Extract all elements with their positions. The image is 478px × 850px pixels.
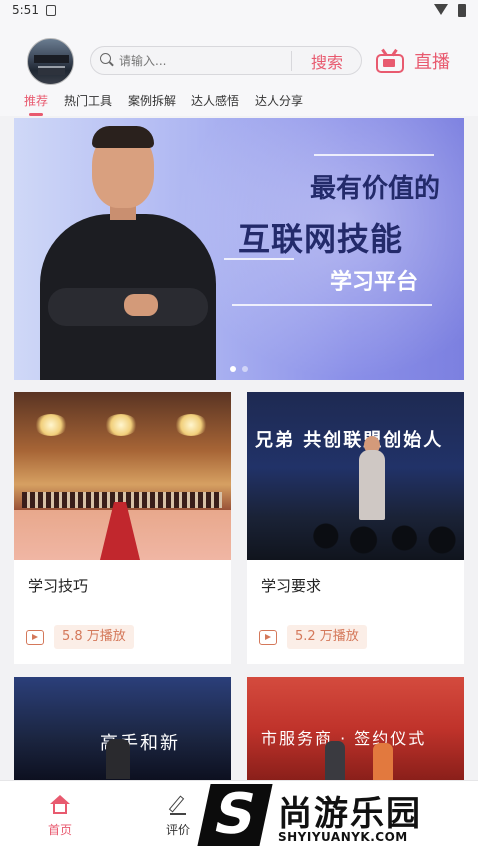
- search-icon: [100, 53, 114, 67]
- battery-icon: [458, 4, 466, 17]
- video-thumbnail: 兄弟 共创联盟创始人: [247, 392, 464, 560]
- search-bar: 搜索: [90, 46, 362, 75]
- banner-presenter-photo: [28, 118, 228, 380]
- active-tab-indicator: [29, 113, 43, 116]
- banner-title-line1: 最有价值的: [310, 174, 441, 204]
- banner-decor-line: [232, 304, 432, 306]
- video-title: 学习技巧: [28, 577, 89, 595]
- avatar-building-body: [38, 66, 65, 75]
- category-tabs: 推荐 热门工具 案例拆解 达人感悟 达人分享: [0, 92, 478, 116]
- play-count-icon: [259, 630, 277, 645]
- video-thumbnail: [14, 392, 231, 560]
- avatar[interactable]: [27, 38, 74, 85]
- tab-hot-tools[interactable]: 热门工具: [64, 92, 112, 116]
- nav-home[interactable]: 首页: [30, 781, 90, 850]
- watermark-name: 尚游乐园: [278, 794, 422, 834]
- avatar-building-roof: [34, 55, 69, 63]
- video-thumbnail: 高手和新: [14, 677, 231, 780]
- play-count-icon: [26, 630, 44, 645]
- live-button[interactable]: 直播: [414, 48, 450, 74]
- watermark-logo-icon: S: [197, 782, 273, 847]
- video-card[interactable]: 高手和新: [14, 677, 231, 780]
- header: 搜索 直播 推荐 热门工具 案例拆解 达人感悟 达人分享: [0, 22, 478, 116]
- video-card[interactable]: 学习技巧 5.8 万播放: [14, 392, 231, 664]
- wifi-icon: [434, 4, 448, 15]
- site-watermark: S 尚游乐园 SHYIYUANYK.COM: [197, 782, 478, 850]
- banner-title-line3: 学习平台: [330, 270, 419, 295]
- edit-icon: [168, 795, 188, 815]
- banner-decor-line: [314, 154, 434, 156]
- watermark-url: SHYIYUANYK.COM: [278, 830, 408, 844]
- nav-home-label: 首页: [47, 823, 72, 837]
- banner-title-line2: 互联网技能: [238, 220, 404, 258]
- tab-expert-sharing[interactable]: 达人分享: [255, 92, 303, 116]
- video-thumbnail: 市服务商 · 签约仪式: [247, 677, 464, 780]
- video-card[interactable]: 市服务商 · 签约仪式: [247, 677, 464, 780]
- status-bar: 5:51: [0, 0, 478, 22]
- home-icon: [50, 795, 70, 815]
- search-input[interactable]: [119, 51, 279, 71]
- tv-live-icon[interactable]: [376, 48, 404, 73]
- tab-case-breakdown[interactable]: 案例拆解: [128, 92, 176, 116]
- status-time: 5:51: [12, 3, 39, 17]
- carousel-dot-active[interactable]: [230, 366, 236, 372]
- play-count: 5.8 万播放: [54, 625, 134, 649]
- search-button[interactable]: 搜索: [292, 47, 362, 74]
- carousel-dot[interactable]: [242, 366, 248, 372]
- tab-expert-insights[interactable]: 达人感悟: [191, 92, 239, 116]
- notification-icon: [46, 5, 56, 16]
- video-card[interactable]: 兄弟 共创联盟创始人 学习要求 5.2 万播放: [247, 392, 464, 664]
- play-count: 5.2 万播放: [287, 625, 367, 649]
- thumbnail-text: 兄弟 共创联盟创始人: [255, 430, 444, 451]
- promo-banner[interactable]: 最有价值的 互联网技能 学习平台: [14, 118, 464, 380]
- video-title: 学习要求: [261, 577, 322, 595]
